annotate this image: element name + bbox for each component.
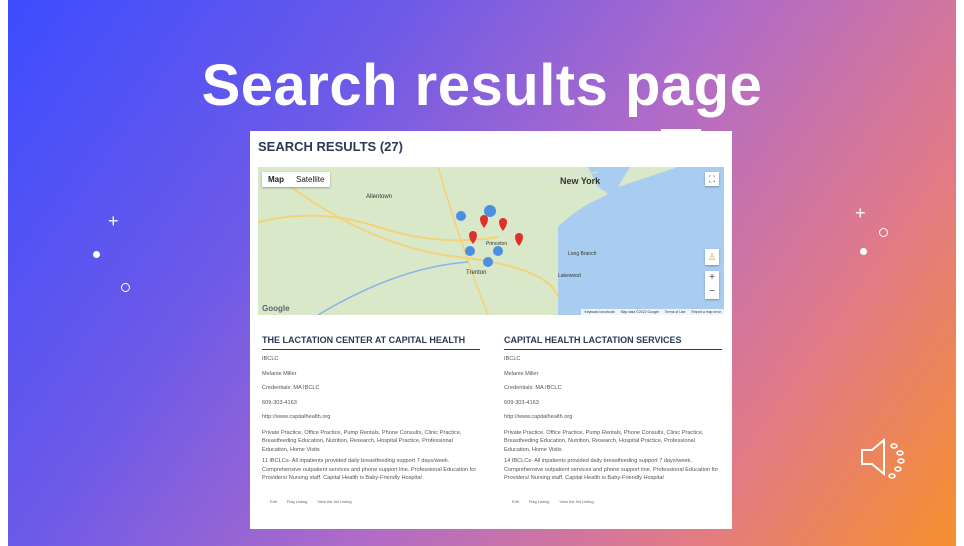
listing-website[interactable]: http://www.capitalhealth.org	[262, 414, 480, 422]
sound-wave	[888, 473, 896, 479]
map-label-allentown: Allentown	[366, 194, 392, 200]
listing-title[interactable]: THE LACTATION CENTER AT CAPITAL HEALTH	[262, 335, 480, 350]
listing-type: IBCLC	[504, 356, 521, 362]
ring-decoration	[879, 228, 888, 237]
listing-card: THE LACTATION CENTER AT CAPITAL HEALTH I…	[262, 335, 480, 504]
listing-services: Private Practice, Office Practice, Pump …	[262, 429, 462, 453]
dot-decoration	[860, 248, 867, 255]
zoom-controls: + −	[705, 271, 719, 299]
flag-listing-link[interactable]: Flag Listing	[287, 499, 307, 504]
sound-wave	[894, 466, 902, 472]
report-error-link[interactable]: Report a map error	[691, 310, 721, 314]
ring-decoration	[121, 283, 130, 292]
listing-actions: Edit Flag Listing View the full Listing	[262, 499, 480, 504]
listing-type: IBCLC	[262, 356, 279, 362]
cluster-marker	[493, 246, 503, 256]
results-map[interactable]: New York Allentown Trenton Princeton Lon…	[258, 167, 724, 315]
presentation-slide: Search results page + + SEARCH RESULTS (…	[0, 0, 964, 546]
sound-wave	[896, 450, 904, 456]
map-footer: Keyboard shortcuts Map data ©2022 Google…	[581, 309, 724, 315]
listing-credentials: Credentials: MA IBCLC	[262, 385, 320, 391]
cluster-marker	[456, 211, 466, 221]
listing-actions: Edit Flag Listing View the full Listing	[504, 499, 722, 504]
search-results-header: SEARCH RESULTS (27)	[258, 139, 403, 154]
map-type-toggle: Map Satellite	[262, 172, 331, 187]
listing-description: 11 IBCLCs- All inpatients provided daily…	[262, 458, 477, 481]
listing-contact: Melanie Miller	[504, 370, 539, 377]
search-results-screenshot: SEARCH RESULTS (27) New York Allentown T…	[250, 131, 732, 529]
pegman-icon[interactable]: ♙	[705, 249, 719, 265]
sound-wave	[890, 443, 898, 449]
map-canvas: New York Allentown Trenton Princeton Lon…	[258, 167, 724, 315]
slide-title: Search results page	[201, 53, 763, 118]
listing-website[interactable]: http://www.capitalhealth.org	[504, 414, 722, 422]
view-listing-link[interactable]: View the full Listing	[317, 499, 351, 504]
zoom-in-button[interactable]: +	[705, 271, 719, 285]
edit-link[interactable]: Edit	[270, 499, 277, 504]
zoom-out-button[interactable]: −	[705, 285, 719, 299]
dot-decoration	[93, 251, 100, 258]
plus-decoration: +	[855, 203, 866, 223]
fullscreen-icon[interactable]: ⛶	[705, 172, 719, 186]
sound-wave	[897, 458, 905, 464]
map-tab-map[interactable]: Map	[262, 172, 290, 187]
map-data-attribution: Map data ©2022 Google	[620, 310, 659, 314]
plus-decoration: +	[108, 211, 119, 231]
map-label-long-branch: Long Branch	[568, 251, 597, 257]
terms-link[interactable]: Terms of Use	[665, 310, 686, 314]
google-logo: Google	[262, 304, 290, 313]
view-listing-link[interactable]: View the full Listing	[559, 499, 593, 504]
flag-listing-link[interactable]: Flag Listing	[529, 499, 549, 504]
map-label-trenton: Trenton	[466, 270, 486, 276]
map-label-princeton: Princeton	[486, 241, 507, 247]
map-label-lakewood: Lakewood	[558, 273, 581, 279]
listing-services: Private Practice, Office Practice, Pump …	[504, 429, 704, 453]
cluster-marker	[484, 205, 496, 217]
map-label-new-york: New York	[560, 176, 601, 186]
listing-phone: 609-303-4163	[504, 399, 539, 406]
listing-title[interactable]: CAPITAL HEALTH LACTATION SERVICES	[504, 335, 722, 350]
listing-contact: Melanie Miller	[262, 370, 297, 377]
speaker-body	[861, 437, 885, 477]
cluster-marker	[465, 246, 475, 256]
edit-link[interactable]: Edit	[512, 499, 519, 504]
listing-card: CAPITAL HEALTH LACTATION SERVICES IBCLC …	[504, 335, 722, 504]
listing-description: 14 IBCLCs- All inpatients provided daily…	[504, 458, 719, 481]
map-tab-satellite[interactable]: Satellite	[290, 172, 330, 187]
keyboard-shortcuts-link[interactable]: Keyboard shortcuts	[584, 310, 614, 314]
speaker-icon[interactable]	[856, 432, 912, 482]
listing-phone: 609-303-4163	[262, 399, 297, 406]
listing-credentials: Credentials: MA IBCLC	[504, 385, 562, 391]
cluster-marker	[483, 257, 493, 267]
